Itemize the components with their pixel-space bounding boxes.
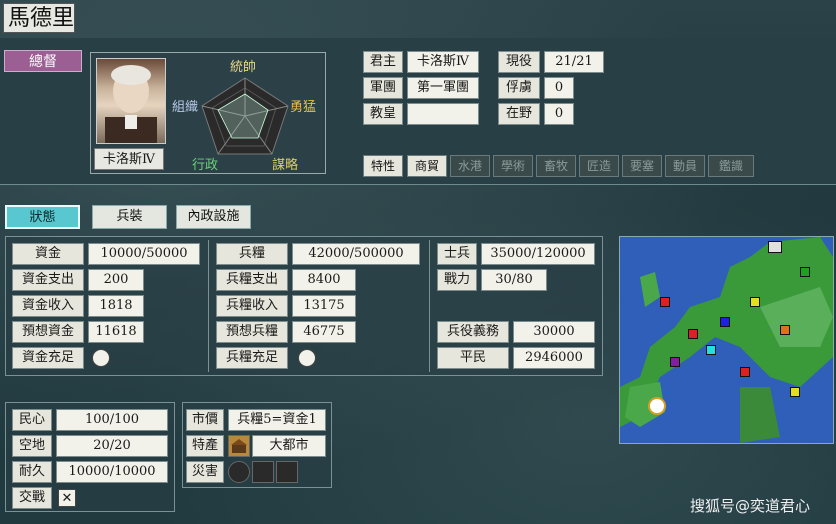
radar-label-commander: 統帥 xyxy=(230,60,257,75)
lord-label: 君主 xyxy=(363,51,403,73)
trait-mobilize[interactable]: 動員 xyxy=(665,155,705,177)
radar-label-might: 勇猛 xyxy=(290,100,317,115)
food-label: 兵糧 xyxy=(216,243,288,265)
funds-value: 10000/50000 xyxy=(88,243,200,265)
map-marker[interactable] xyxy=(800,267,810,277)
divider xyxy=(429,240,430,372)
power-label: 戰力 xyxy=(437,269,477,291)
trait-pasture[interactable]: 畜牧 xyxy=(536,155,576,177)
power-value: 30/80 xyxy=(481,269,547,291)
food-income-label: 兵糧收入 xyxy=(216,295,288,317)
food-income-value: 13175 xyxy=(292,295,356,317)
funds-full-label: 資金充足 xyxy=(12,347,84,369)
pope-label: 教皇 xyxy=(363,103,403,125)
funds-full-indicator xyxy=(92,349,110,367)
ruler-name: 卡洛斯Ⅳ xyxy=(94,148,164,170)
funds-income-value: 1818 xyxy=(88,295,144,317)
morale-label: 民心 xyxy=(12,409,52,431)
trait-appraise[interactable]: 鑑識 xyxy=(708,155,754,177)
land-value: 20/20 xyxy=(56,435,168,457)
radar-label-organize: 組織 xyxy=(172,100,199,115)
soldiers-label: 士兵 xyxy=(437,243,477,265)
current-city-marker[interactable] xyxy=(648,397,666,415)
traits-label: 特性 xyxy=(363,155,403,177)
funds-forecast-value: 11618 xyxy=(88,321,144,343)
radar-label-admin: 行政 xyxy=(192,158,219,173)
map-marker[interactable] xyxy=(706,345,716,355)
price-label: 市價 xyxy=(186,409,224,431)
trait-academy[interactable]: 學術 xyxy=(493,155,533,177)
captive-label: 俘虜 xyxy=(498,77,540,99)
trait-fortress[interactable]: 要塞 xyxy=(622,155,662,177)
portrait-image xyxy=(105,65,157,143)
officer-name: 馬德里 xyxy=(3,3,75,33)
storm-icon xyxy=(276,461,298,483)
tab-equipment[interactable]: 兵裝 xyxy=(92,205,167,229)
durability-label: 耐久 xyxy=(12,461,52,483)
land-label: 空地 xyxy=(12,435,52,457)
captive-value: 0 xyxy=(544,77,574,99)
food-expense-label: 兵糧支出 xyxy=(216,269,288,291)
tab-status[interactable]: 狀態 xyxy=(5,205,80,229)
civilians-value: 2946000 xyxy=(513,347,595,369)
funds-income-label: 資金收入 xyxy=(12,295,84,317)
funds-label: 資金 xyxy=(12,243,84,265)
duty-label: 兵役義務 xyxy=(437,321,509,343)
divider xyxy=(208,240,209,372)
army-label: 軍團 xyxy=(363,77,403,99)
plague-icon xyxy=(228,461,250,483)
disaster-label: 災害 xyxy=(186,461,224,483)
pope-value xyxy=(407,103,479,125)
soldiers-value: 35000/120000 xyxy=(481,243,595,265)
trait-port[interactable]: 水港 xyxy=(450,155,490,177)
trait-trade[interactable]: 商貿 xyxy=(407,155,447,177)
food-forecast-value: 46775 xyxy=(292,321,356,343)
map-marker[interactable] xyxy=(790,387,800,397)
special-value: 大都市 xyxy=(252,435,326,457)
battle-indicator: ✕ xyxy=(58,489,76,507)
army-value: 第一軍團 xyxy=(407,77,479,99)
idle-value: 0 xyxy=(544,103,574,125)
ruler-portrait[interactable] xyxy=(96,58,166,144)
price-value: 兵糧5=資金1 xyxy=(228,409,326,431)
city-glyph xyxy=(231,439,247,453)
map-marker[interactable] xyxy=(768,241,782,253)
locust-icon xyxy=(252,461,274,483)
durability-value: 10000/10000 xyxy=(56,461,168,483)
trait-craft[interactable]: 匠造 xyxy=(579,155,619,177)
duty-value: 30000 xyxy=(513,321,595,343)
food-expense-value: 8400 xyxy=(292,269,356,291)
food-full-label: 兵糧充足 xyxy=(216,347,288,369)
lord-value: 卡洛斯Ⅳ xyxy=(407,51,479,73)
special-label: 特產 xyxy=(186,435,224,457)
map-marker[interactable] xyxy=(720,317,730,327)
map-marker[interactable] xyxy=(750,297,760,307)
tab-facilities[interactable]: 內政設施 xyxy=(176,205,251,229)
funds-forecast-label: 預想資金 xyxy=(12,321,84,343)
active-label: 現役 xyxy=(498,51,540,73)
funds-expense-label: 資金支出 xyxy=(12,269,84,291)
rank-badge: 總督 xyxy=(4,50,82,72)
map-marker[interactable] xyxy=(740,367,750,377)
food-forecast-label: 預想兵糧 xyxy=(216,321,288,343)
food-value: 42000/500000 xyxy=(292,243,420,265)
map-marker[interactable] xyxy=(670,357,680,367)
map-marker[interactable] xyxy=(660,297,670,307)
radar-label-strategy: 謀略 xyxy=(272,158,299,173)
minimap[interactable] xyxy=(619,236,834,444)
battle-label: 交戰 xyxy=(12,487,52,509)
funds-expense-value: 200 xyxy=(88,269,144,291)
civilians-label: 平民 xyxy=(437,347,509,369)
food-full-indicator xyxy=(298,349,316,367)
watermark: 搜狐号@奕道君心 xyxy=(690,497,811,515)
active-value: 21/21 xyxy=(544,51,604,73)
map-marker[interactable] xyxy=(688,329,698,339)
map-marker[interactable] xyxy=(780,325,790,335)
morale-value: 100/100 xyxy=(56,409,168,431)
idle-label: 在野 xyxy=(498,103,540,125)
city-icon xyxy=(228,435,250,457)
